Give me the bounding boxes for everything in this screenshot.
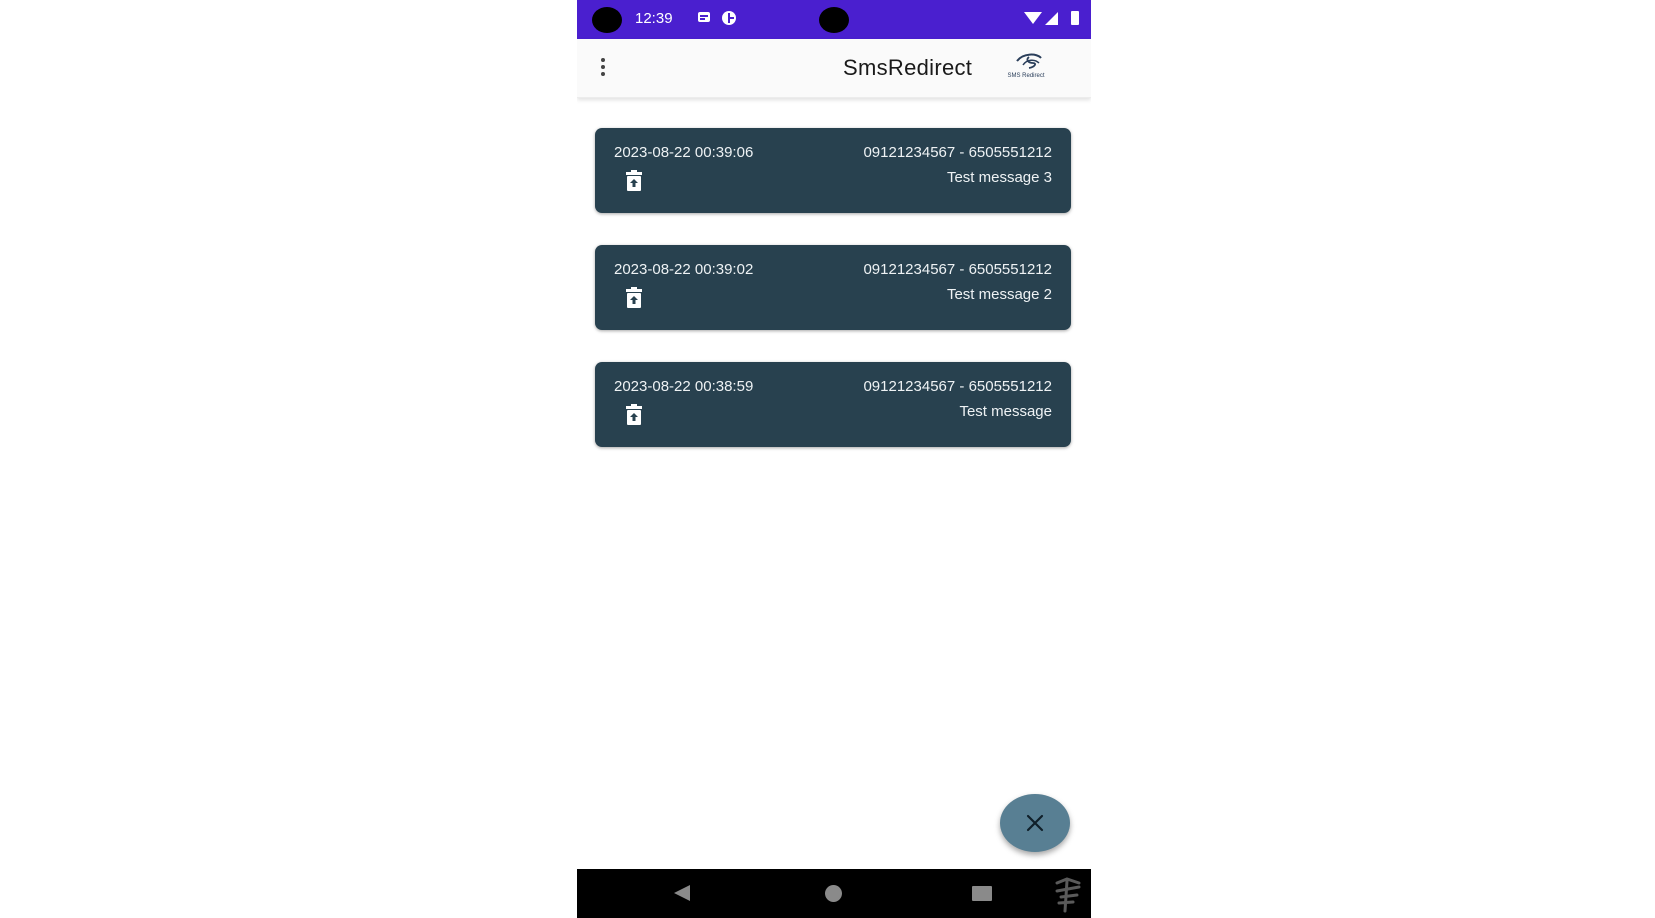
message-list: 2023-08-22 00:39:06 09121234567 - 650555… — [595, 128, 1071, 479]
navigation-bar — [577, 869, 1091, 918]
message-numbers: 09121234567 - 6505551212 — [863, 144, 1052, 161]
delete-icon[interactable] — [625, 404, 643, 426]
back-icon[interactable] — [674, 885, 690, 901]
clear-fab-button[interactable] — [1000, 794, 1070, 852]
message-notification-icon — [697, 11, 711, 25]
battery-icon — [1071, 11, 1079, 25]
message-date: 2023-08-22 00:39:06 — [614, 144, 754, 161]
message-card[interactable]: 2023-08-22 00:38:59 09121234567 - 650555… — [595, 362, 1071, 447]
message-date: 2023-08-22 00:38:59 — [614, 378, 754, 395]
status-time: 12:39 — [635, 10, 673, 27]
recents-icon[interactable] — [972, 886, 992, 901]
message-text: Test message 2 — [946, 286, 1052, 303]
watermark-logo — [1055, 877, 1081, 913]
message-numbers: 09121234567 - 6505551212 — [863, 261, 1052, 278]
data-saver-icon — [722, 11, 736, 25]
app-title: SmsRedirect — [843, 55, 973, 80]
close-icon — [1026, 814, 1044, 832]
phone-screen: 12:39 SmsRedirect SMS Redirect 2023-08-2… — [577, 0, 1091, 918]
message-card[interactable]: 2023-08-22 00:39:06 09121234567 - 650555… — [595, 128, 1071, 213]
more-vert-icon[interactable] — [599, 57, 607, 79]
message-text: Test message 3 — [946, 169, 1052, 186]
delete-icon[interactable] — [625, 287, 643, 309]
message-date: 2023-08-22 00:39:02 — [614, 261, 754, 278]
svg-text:SMS Redirect: SMS Redirect — [1007, 73, 1044, 79]
wifi-icon — [1024, 12, 1042, 24]
camera-cutout — [819, 7, 849, 33]
message-card[interactable]: 2023-08-22 00:39:02 09121234567 - 650555… — [595, 245, 1071, 330]
signal-icon — [1045, 12, 1058, 25]
camera-cutout — [592, 7, 622, 33]
status-bar: 12:39 — [577, 0, 1091, 39]
app-logo: SMS Redirect — [1007, 53, 1045, 79]
app-bar: SmsRedirect SMS Redirect — [577, 39, 1091, 98]
message-text: Test message — [959, 403, 1052, 420]
message-numbers: 09121234567 - 6505551212 — [863, 378, 1052, 395]
delete-icon[interactable] — [625, 170, 643, 192]
home-icon[interactable] — [825, 885, 842, 902]
